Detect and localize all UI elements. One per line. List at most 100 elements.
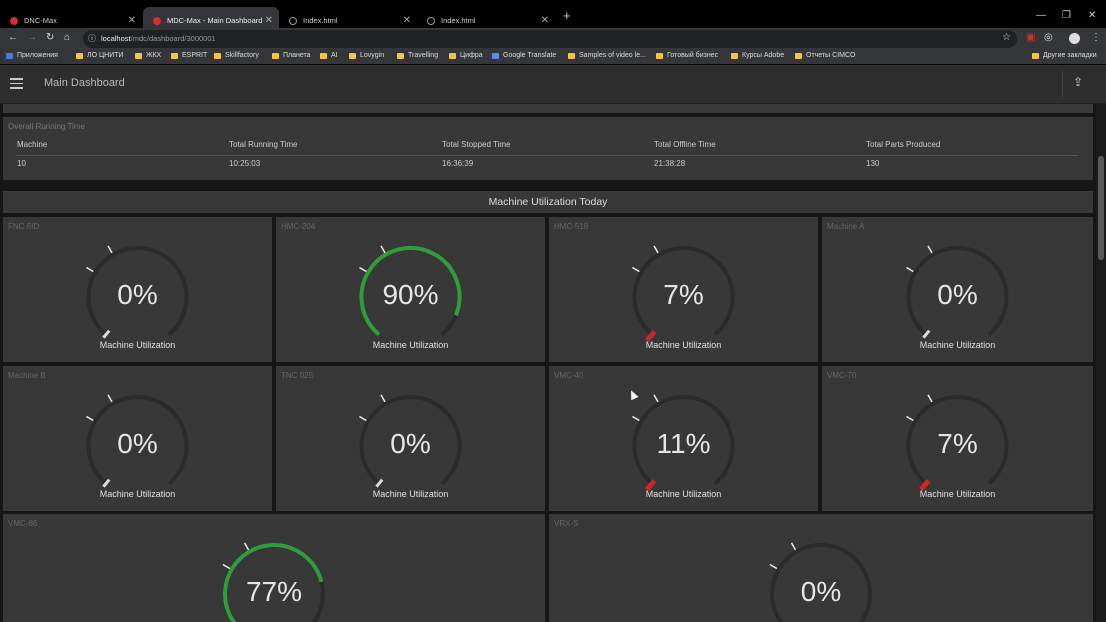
page-title: Main Dashboard bbox=[44, 77, 125, 89]
bookmark-item[interactable]: Готовый бизнес bbox=[656, 52, 718, 59]
bookmark-item[interactable]: Skillfactory bbox=[214, 52, 259, 59]
machine-gauge-card[interactable]: VRX-S 0% bbox=[549, 514, 1093, 622]
panel-title: Overall Running Time bbox=[8, 122, 85, 131]
bookmark-label: Skillfactory bbox=[225, 52, 259, 59]
utilization-value: 0% bbox=[117, 279, 158, 310]
gauge-label: Machine Utilization bbox=[372, 489, 449, 499]
machine-gauge-card[interactable]: VMC-40 11% Machine Utilization bbox=[549, 366, 818, 511]
table-cell: 21:38:28 bbox=[654, 159, 686, 168]
new-tab-icon[interactable]: + bbox=[563, 8, 571, 23]
gauge-label: Machine Utilization bbox=[645, 340, 722, 350]
bookmark-label: Планета bbox=[283, 52, 311, 59]
gauge-label: Machine Utilization bbox=[99, 489, 176, 499]
maximize-icon[interactable]: ❐ bbox=[1062, 10, 1071, 21]
info-icon[interactable]: ⓘ bbox=[88, 33, 96, 44]
gauge-threshold-tick bbox=[380, 394, 386, 403]
back-icon[interactable]: ← bbox=[8, 32, 18, 43]
folder-icon bbox=[568, 52, 575, 59]
bookmark-item[interactable]: Цифра bbox=[449, 52, 483, 59]
machine-gauge-card[interactable]: HMC-518 7% Machine Utilization bbox=[549, 217, 818, 362]
bookmark-item[interactable]: ЛО ЦНИТИ bbox=[76, 52, 124, 59]
gauge-threshold-tick bbox=[653, 394, 659, 403]
folder-icon bbox=[1032, 52, 1039, 59]
machine-gauge-card[interactable]: VMC-70 7% Machine Utilization bbox=[822, 366, 1093, 511]
gauge-threshold-tick bbox=[243, 542, 250, 551]
machine-gauge-card[interactable]: VMC-86 77% bbox=[3, 514, 545, 622]
hamburger-menu-icon[interactable] bbox=[10, 78, 23, 92]
reload-icon[interactable]: ↻ bbox=[46, 32, 54, 43]
bookmark-item[interactable]: ESPRIT bbox=[171, 52, 207, 59]
machine-gauge-card[interactable]: Machine B 0% Machine Utilization bbox=[3, 366, 272, 511]
bookmark-item[interactable]: Samples of video le... bbox=[568, 52, 646, 59]
gauge-threshold-tick bbox=[927, 394, 933, 403]
folder-icon bbox=[76, 52, 83, 59]
extension-icon[interactable]: ◎ bbox=[1044, 32, 1053, 43]
machine-gauge-card[interactable]: TNC 025 0% Machine Utilization bbox=[276, 366, 545, 511]
bookmark-item[interactable]: Курсы Adobe bbox=[731, 52, 784, 59]
bookmark-item[interactable]: Travelling bbox=[397, 52, 438, 59]
utilization-value: 77% bbox=[245, 576, 303, 607]
gauge-threshold-tick bbox=[906, 266, 914, 273]
globe-icon bbox=[427, 16, 435, 25]
utilization-value: 90% bbox=[382, 279, 439, 310]
scrollbar-thumb[interactable] bbox=[1098, 156, 1104, 260]
utilization-value: 7% bbox=[937, 428, 978, 459]
bookmark-item[interactable]: Планета bbox=[272, 52, 311, 59]
bookmark-item[interactable]: Google Translate bbox=[492, 52, 556, 59]
utilization-value: 7% bbox=[663, 279, 704, 310]
gauge-threshold-tick bbox=[222, 563, 231, 570]
bookmark-item[interactable]: AI bbox=[320, 52, 338, 59]
utilization-value: 0% bbox=[800, 576, 842, 607]
bookmark-label: ESPRIT bbox=[182, 52, 208, 59]
bookmark-item[interactable]: Приложения bbox=[6, 52, 58, 59]
star-icon[interactable]: ☆ bbox=[1002, 32, 1011, 43]
column-header: Total Running Time bbox=[229, 140, 298, 149]
folder-icon bbox=[449, 52, 456, 59]
bookmark-label: Цифра bbox=[460, 52, 483, 59]
other-bookmarks[interactable]: Другие закладки bbox=[1032, 52, 1097, 59]
folder-icon bbox=[135, 52, 142, 59]
apps-icon bbox=[6, 52, 13, 59]
avatar[interactable] bbox=[1069, 33, 1080, 44]
gauge-threshold-tick bbox=[107, 245, 113, 254]
menu-icon[interactable]: ⋮ bbox=[1091, 32, 1101, 43]
minimize-icon[interactable]: — bbox=[1036, 10, 1046, 21]
forward-icon[interactable]: → bbox=[27, 32, 37, 43]
upload-icon[interactable]: ⇪ bbox=[1073, 75, 1083, 89]
bookmark-label: ЛО ЦНИТИ bbox=[87, 52, 124, 59]
close-icon[interactable]: ✕ bbox=[265, 15, 273, 26]
close-window-icon[interactable]: ✕ bbox=[1088, 10, 1096, 21]
close-icon[interactable]: ✕ bbox=[403, 15, 411, 26]
address-bar[interactable]: ⓘ localhost/mdc/dashboard/3000001 ☆ bbox=[83, 30, 1017, 48]
pdf-extension-icon[interactable]: ▣ bbox=[1026, 32, 1035, 43]
folder-icon bbox=[397, 52, 404, 59]
machine-gauge-card[interactable]: HMC-204 90% Machine Utilization bbox=[276, 217, 545, 362]
bookmark-label: Готовый бизнес bbox=[667, 52, 719, 59]
table-cell: 16:36:39 bbox=[442, 159, 474, 168]
gauge-threshold-tick bbox=[769, 563, 778, 570]
bookmark-item[interactable]: ЖКХ bbox=[135, 52, 161, 59]
table-cell: 130 bbox=[866, 159, 880, 168]
close-icon[interactable]: ✕ bbox=[128, 15, 136, 26]
bookmark-label: Отчеты CIMCO bbox=[806, 52, 856, 59]
folder-icon bbox=[349, 52, 356, 59]
home-icon[interactable]: ⌂ bbox=[64, 32, 70, 43]
machine-gauge-card[interactable]: FNC 6ID 0% Machine Utilization bbox=[3, 217, 272, 362]
machine-gauge-card[interactable]: Machine A 0% Machine Utilization bbox=[822, 217, 1093, 362]
utilization-value: 11% bbox=[656, 428, 711, 459]
gauge-threshold-tick bbox=[86, 266, 94, 273]
bookmark-item[interactable]: Lovygin bbox=[349, 52, 384, 59]
scrollbar[interactable] bbox=[1096, 104, 1106, 622]
gauge-label: Machine Utilization bbox=[645, 489, 722, 499]
utilization-value: 0% bbox=[937, 279, 978, 310]
browser-toolbar: ← → ↻ ⌂ ⓘ localhost/mdc/dashboard/300000… bbox=[0, 28, 1106, 50]
bookmark-item[interactable]: Отчеты CIMCO bbox=[795, 52, 855, 59]
bookmark-label: Приложения bbox=[17, 52, 58, 59]
dashboard-content: Overall Running Time Machine Total Runni… bbox=[0, 104, 1096, 622]
gauge-threshold-tick bbox=[632, 266, 640, 273]
gauge-threshold-tick bbox=[906, 415, 914, 422]
tab-title: Index.html bbox=[303, 16, 338, 25]
url-text: localhost/mdc/dashboard/3000001 bbox=[101, 34, 216, 43]
section-title: Machine Utilization Today bbox=[3, 191, 1093, 213]
close-icon[interactable]: ✕ bbox=[541, 15, 549, 26]
